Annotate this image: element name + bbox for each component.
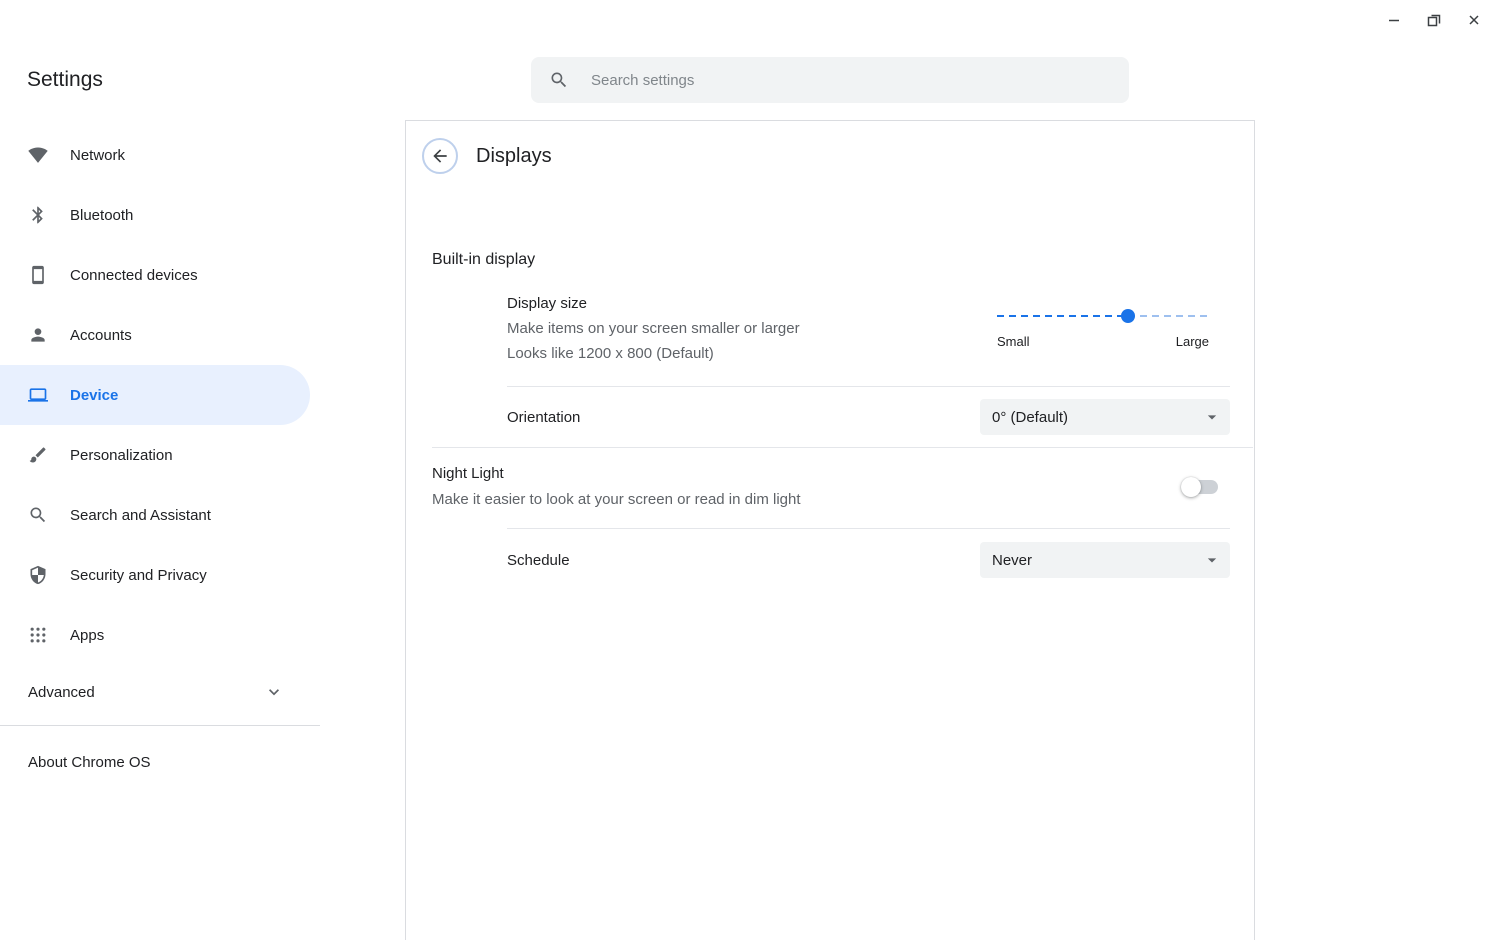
search-icon [28,505,48,525]
sidebar-item-connected-devices[interactable]: Connected devices [0,245,310,305]
person-icon [28,325,48,345]
slider-min-label: Small [997,334,1030,349]
advanced-label: Advanced [28,684,95,701]
slider-labels: Small Large [997,334,1209,349]
sidebar-item-about-chrome-os[interactable]: About Chrome OS [0,732,405,792]
display-size-row: Display size Make items on your screen s… [507,275,1230,387]
smartphone-icon [28,265,48,285]
sidebar: Network Bluetooth Connected devices Account… [0,120,405,940]
displays-panel: Displays Built-in display Display size M… [405,120,1255,940]
minimize-button[interactable] [1380,6,1408,34]
dropdown-arrow-icon [1202,550,1222,570]
shield-icon [28,565,48,585]
sidebar-item-search-and-assistant[interactable]: Search and Assistant [0,485,310,545]
schedule-value: Never [992,552,1032,569]
apps-grid-icon [28,625,48,645]
display-size-slider[interactable]: Small Large [997,309,1209,349]
night-light-subtitle: Make it easier to look at your screen or… [432,487,801,513]
slider-max-label: Large [1176,334,1209,349]
chevron-down-icon [264,682,284,702]
display-size-subtitle: Make items on your screen smaller or lar… [507,316,800,341]
sidebar-advanced-toggle[interactable]: Advanced [0,665,310,719]
night-light-text: Night Light Make it easier to look at yo… [432,461,801,513]
restore-button[interactable] [1420,6,1448,34]
sidebar-item-accounts[interactable]: Accounts [0,305,310,365]
search-box[interactable] [531,57,1129,103]
dropdown-arrow-icon [1202,407,1222,427]
sidebar-item-label: Apps [70,627,104,644]
close-button[interactable] [1460,6,1488,34]
schedule-row: Schedule Never [507,529,1230,591]
back-button[interactable] [422,138,458,174]
bluetooth-icon [28,205,48,225]
app-header: Settings [0,40,1500,120]
sidebar-item-label: Connected devices [70,267,198,284]
display-size-detail: Looks like 1200 x 800 (Default) [507,341,800,366]
slider-track-rest [1128,315,1209,317]
night-light-title: Night Light [432,461,801,487]
sidebar-item-security-and-privacy[interactable]: Security and Privacy [0,545,310,605]
sidebar-item-bluetooth[interactable]: Bluetooth [0,185,310,245]
sidebar-item-label: Security and Privacy [70,567,207,584]
sidebar-divider [0,725,320,726]
display-size-title: Display size [507,291,800,316]
sidebar-item-device[interactable]: Device [0,365,310,425]
sidebar-item-personalization[interactable]: Personalization [0,425,310,485]
app-title: Settings [27,68,103,92]
close-icon [1466,12,1482,28]
slider-track[interactable] [997,309,1209,323]
sidebar-item-label: Network [70,147,125,164]
orientation-row: Orientation 0° (Default) [507,387,1230,447]
window-titlebar [0,0,1500,40]
minimize-icon [1386,12,1402,28]
page-title: Displays [476,145,552,168]
section-title-built-in-display: Built-in display [432,251,1254,269]
night-light-toggle[interactable] [1184,480,1218,494]
schedule-dropdown[interactable]: Never [980,542,1230,578]
night-light-row: Night Light Make it easier to look at yo… [432,448,1230,528]
search-icon [549,70,569,90]
sidebar-item-label: Personalization [70,447,173,464]
sidebar-item-label: Accounts [70,327,132,344]
arrow-back-icon [430,146,450,166]
sidebar-item-network[interactable]: Network [0,125,310,185]
slider-thumb[interactable] [1121,309,1135,323]
laptop-icon [28,385,48,405]
orientation-dropdown[interactable]: 0° (Default) [980,399,1230,435]
sidebar-item-label: Search and Assistant [70,507,211,524]
page-header: Displays [406,121,1254,191]
wifi-icon [28,145,48,165]
about-label: About Chrome OS [28,754,151,771]
toggle-thumb [1181,477,1201,497]
restore-icon [1426,12,1442,28]
display-size-text: Display size Make items on your screen s… [507,291,800,366]
sidebar-item-apps[interactable]: Apps [0,605,310,665]
schedule-label: Schedule [507,552,570,569]
orientation-label: Orientation [507,409,580,426]
orientation-value: 0° (Default) [992,409,1068,426]
slider-track-active [997,315,1128,317]
sidebar-item-label: Device [70,387,118,404]
search-input[interactable] [591,72,1111,89]
brush-icon [28,445,48,465]
sidebar-item-label: Bluetooth [70,207,133,224]
